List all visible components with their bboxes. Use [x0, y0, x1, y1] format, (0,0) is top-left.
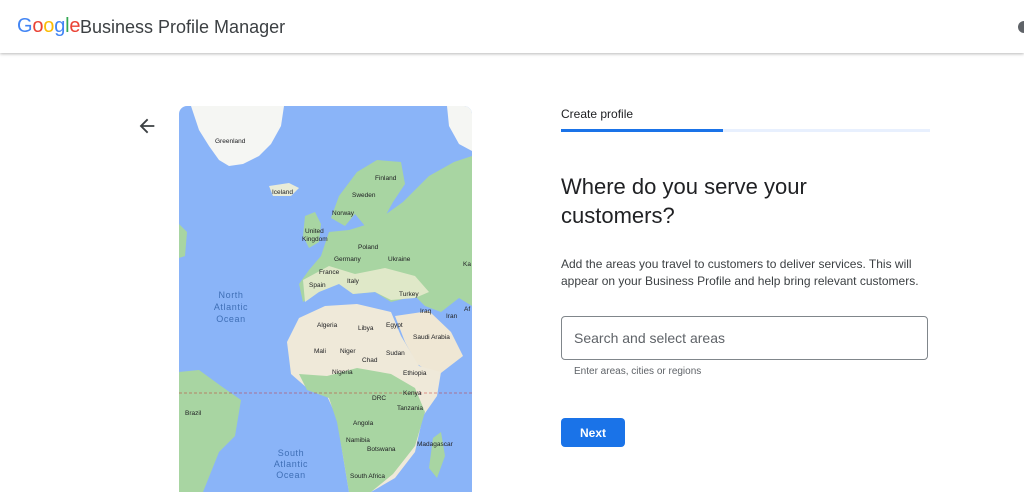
map-label-mali: Mali	[314, 348, 326, 355]
logo-letter: o	[32, 15, 44, 37]
step-label: Create profile	[561, 107, 634, 121]
next-button[interactable]: Next	[561, 418, 625, 447]
logo-letter: g	[54, 15, 66, 37]
arrow-back-icon	[139, 118, 155, 134]
map-label-ukraine: Ukraine	[388, 256, 411, 263]
service-area-search[interactable]	[561, 316, 928, 360]
map-label-nigeria: Nigeria	[332, 369, 353, 376]
progress-fill	[561, 129, 724, 132]
map-label-angola: Angola	[353, 420, 374, 427]
page-description: Add the areas you travel to customers to…	[561, 257, 919, 288]
map-label-madagascar: Madagascar	[417, 441, 454, 448]
map-label-kenya: Kenya	[403, 390, 422, 397]
google-logo[interactable]: Google	[17, 15, 81, 38]
map-label-saudi-arabia: Saudi Arabia	[413, 334, 450, 341]
map-label-drc: DRC	[372, 395, 386, 402]
map-label-ethiopia: Ethiopia	[403, 370, 427, 377]
logo-letter: e	[69, 15, 81, 37]
map-label-greenland: Greenland	[215, 138, 246, 145]
ocean-label-north-2: Atlantic	[214, 302, 248, 312]
map-label-sweden: Sweden	[352, 192, 376, 199]
map-label-af: Af	[464, 306, 470, 313]
map-label-united: United	[305, 228, 324, 235]
ocean-label-north-1: North	[218, 290, 243, 300]
map-label-italy: Italy	[347, 278, 360, 285]
search-input[interactable]	[562, 317, 927, 359]
ocean-label-south-3: Ocean	[276, 470, 306, 480]
map-label-chad: Chad	[362, 357, 378, 364]
map-label-iceland: Iceland	[272, 189, 293, 196]
map-label-sudan: Sudan	[386, 350, 405, 357]
map-label-spain: Spain	[309, 282, 326, 289]
map-label-egypt: Egypt	[386, 322, 403, 329]
map-label-iraq: Iraq	[420, 308, 432, 315]
top-app-bar: Google Business Profile Manager	[0, 0, 1024, 53]
map-label-kingdom: Kingdom	[302, 236, 328, 243]
back-button[interactable]	[136, 115, 158, 137]
logo-letter: G	[17, 15, 33, 37]
map-label-norway: Norway	[332, 210, 355, 217]
map-label-germany: Germany	[334, 256, 361, 263]
map-label-libya: Libya	[358, 325, 374, 332]
ocean-label-south-2: Atlantic	[274, 459, 308, 469]
map-label-south-africa: South Africa	[350, 473, 385, 480]
world-map[interactable]: Greenland Iceland Finland Sweden Norway …	[179, 106, 472, 492]
map-label-namibia: Namibia	[346, 437, 370, 444]
logo-letter: o	[43, 15, 55, 37]
map-label-iran: Iran	[446, 313, 458, 320]
ocean-label-south-1: South	[278, 448, 305, 458]
map-label-tanzania: Tanzania	[397, 405, 423, 412]
search-helper-text: Enter areas, cities or regions	[574, 366, 702, 377]
map-label-turkey: Turkey	[399, 291, 419, 298]
account-avatar[interactable]	[1018, 21, 1024, 33]
map-label-poland: Poland	[358, 244, 379, 251]
map-label-ka: Ka	[463, 261, 471, 268]
map-label-botswana: Botswana	[367, 446, 396, 453]
ocean-label-north-3: Ocean	[216, 314, 246, 324]
map-label-brazil: Brazil	[185, 410, 202, 417]
page-title: Where do you serve your customers?	[561, 174, 807, 228]
map-label-france: France	[319, 269, 340, 276]
map-label-niger: Niger	[340, 348, 356, 355]
app-name: Business Profile Manager	[80, 17, 286, 37]
map-label-finland: Finland	[375, 175, 397, 182]
map-label-algeria: Algeria	[317, 322, 338, 329]
progress-bar	[561, 129, 930, 132]
